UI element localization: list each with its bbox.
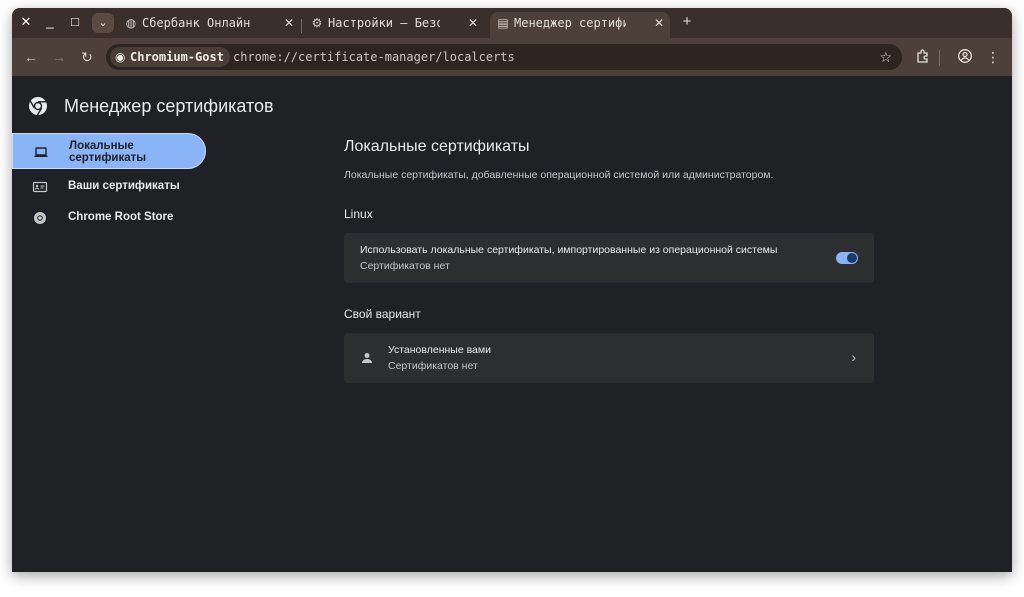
profile-icon[interactable] (956, 48, 974, 66)
site-chip-label: Chromium-Gost (130, 50, 224, 64)
certificate-manager-page: Менеджер сертификатов Локальные сертифик… (12, 76, 1012, 572)
sidebar-item-label: Chrome Root Store (68, 211, 174, 223)
toggle-knob (847, 253, 857, 263)
sidebar-item-local-certificates[interactable]: Локальные сертификаты (12, 133, 206, 169)
tab-search-button[interactable]: ⌄ (92, 13, 114, 33)
tab-title: Настройки – Безопасн (328, 16, 440, 30)
toolbar: ← → ↻ ◉ Chromium-Gost chrome://certifica… (12, 38, 1012, 76)
tab-sberbank[interactable]: ◍ Сбербанк Онлайн ✕ (118, 12, 300, 38)
forward-button[interactable]: → (50, 48, 68, 66)
section-title: Локальные сертификаты (344, 138, 530, 155)
close-tab-icon[interactable]: ✕ (654, 12, 664, 34)
close-window-button[interactable]: ✕ (17, 13, 35, 31)
sidebar-item-label: сертификаты (69, 152, 147, 164)
bookmark-star-icon[interactable]: ☆ (879, 44, 892, 70)
new-tab-button[interactable]: + (678, 13, 696, 31)
installed-by-you-row[interactable]: Установленные вами Сертификатов нет › (344, 333, 874, 383)
laptop-icon (34, 147, 48, 157)
url-text[interactable]: chrome://certificate-manager/localcerts (233, 44, 515, 70)
chrome-logo-icon (29, 97, 47, 116)
extensions-icon[interactable] (914, 48, 932, 66)
sidebar-item-label: Локальные (69, 140, 134, 152)
sidebar-item-chrome-root-store[interactable]: Chrome Root Store (12, 200, 206, 236)
use-local-certificates-toggle[interactable] (836, 252, 858, 264)
back-button[interactable]: ← (22, 48, 40, 66)
close-tab-icon[interactable]: ✕ (284, 12, 294, 34)
chrome-logo-icon: ◉ (115, 50, 126, 64)
sidebar-item-label: Ваши сертификаты (68, 180, 180, 192)
browser-window: ✕ _ □ ⌄ ◍ Сбербанк Онлайн ✕ ⚙ Настройки … (12, 8, 1012, 572)
id-card-icon (32, 181, 48, 193)
reload-button[interactable]: ↻ (78, 48, 96, 66)
tab-title: Сбербанк Онлайн (142, 16, 251, 30)
tab-certificate-manager[interactable]: ▤ Менеджер сертификатов ✕ (490, 12, 670, 38)
linux-certificates-row: Использовать локальные сертификаты, импо… (344, 233, 874, 283)
toolbar-divider (939, 50, 940, 66)
chevron-right-icon: › (851, 349, 856, 365)
menu-kebab-icon[interactable]: ⋮ (984, 48, 1002, 66)
tab-divider (301, 19, 302, 33)
person-icon (362, 353, 372, 363)
linux-heading: Linux (344, 207, 373, 221)
row-title: Использовать локальные сертификаты, импо… (360, 244, 778, 256)
gear-icon: ⚙ (311, 16, 323, 30)
site-info-chip[interactable]: ◉ Chromium-Gost (110, 47, 230, 67)
row-title: Установленные вами (388, 344, 491, 356)
tab-strip: ✕ _ □ ⌄ ◍ Сбербанк Онлайн ✕ ⚙ Настройки … (12, 8, 1012, 38)
page-title: Менеджер сертификатов (64, 96, 274, 116)
address-bar[interactable]: ◉ Chromium-Gost chrome://certificate-man… (106, 44, 902, 70)
row-subtitle: Сертификатов нет (360, 260, 450, 272)
certificate-icon: ▤ (497, 16, 509, 30)
custom-heading: Свой вариант (344, 307, 421, 321)
row-subtitle: Сертификатов нет (388, 360, 478, 372)
section-description: Локальные сертификаты, добавленные опера… (344, 169, 774, 181)
close-tab-icon[interactable]: ✕ (468, 12, 478, 34)
maximize-window-button[interactable]: □ (66, 13, 84, 31)
globe-icon: ◍ (125, 16, 137, 30)
tab-title: Менеджер сертификатов (514, 16, 626, 30)
chrome-icon (34, 212, 46, 224)
tab-settings[interactable]: ⚙ Настройки – Безопасн ✕ (304, 12, 484, 38)
minimize-window-button[interactable]: _ (41, 13, 59, 31)
